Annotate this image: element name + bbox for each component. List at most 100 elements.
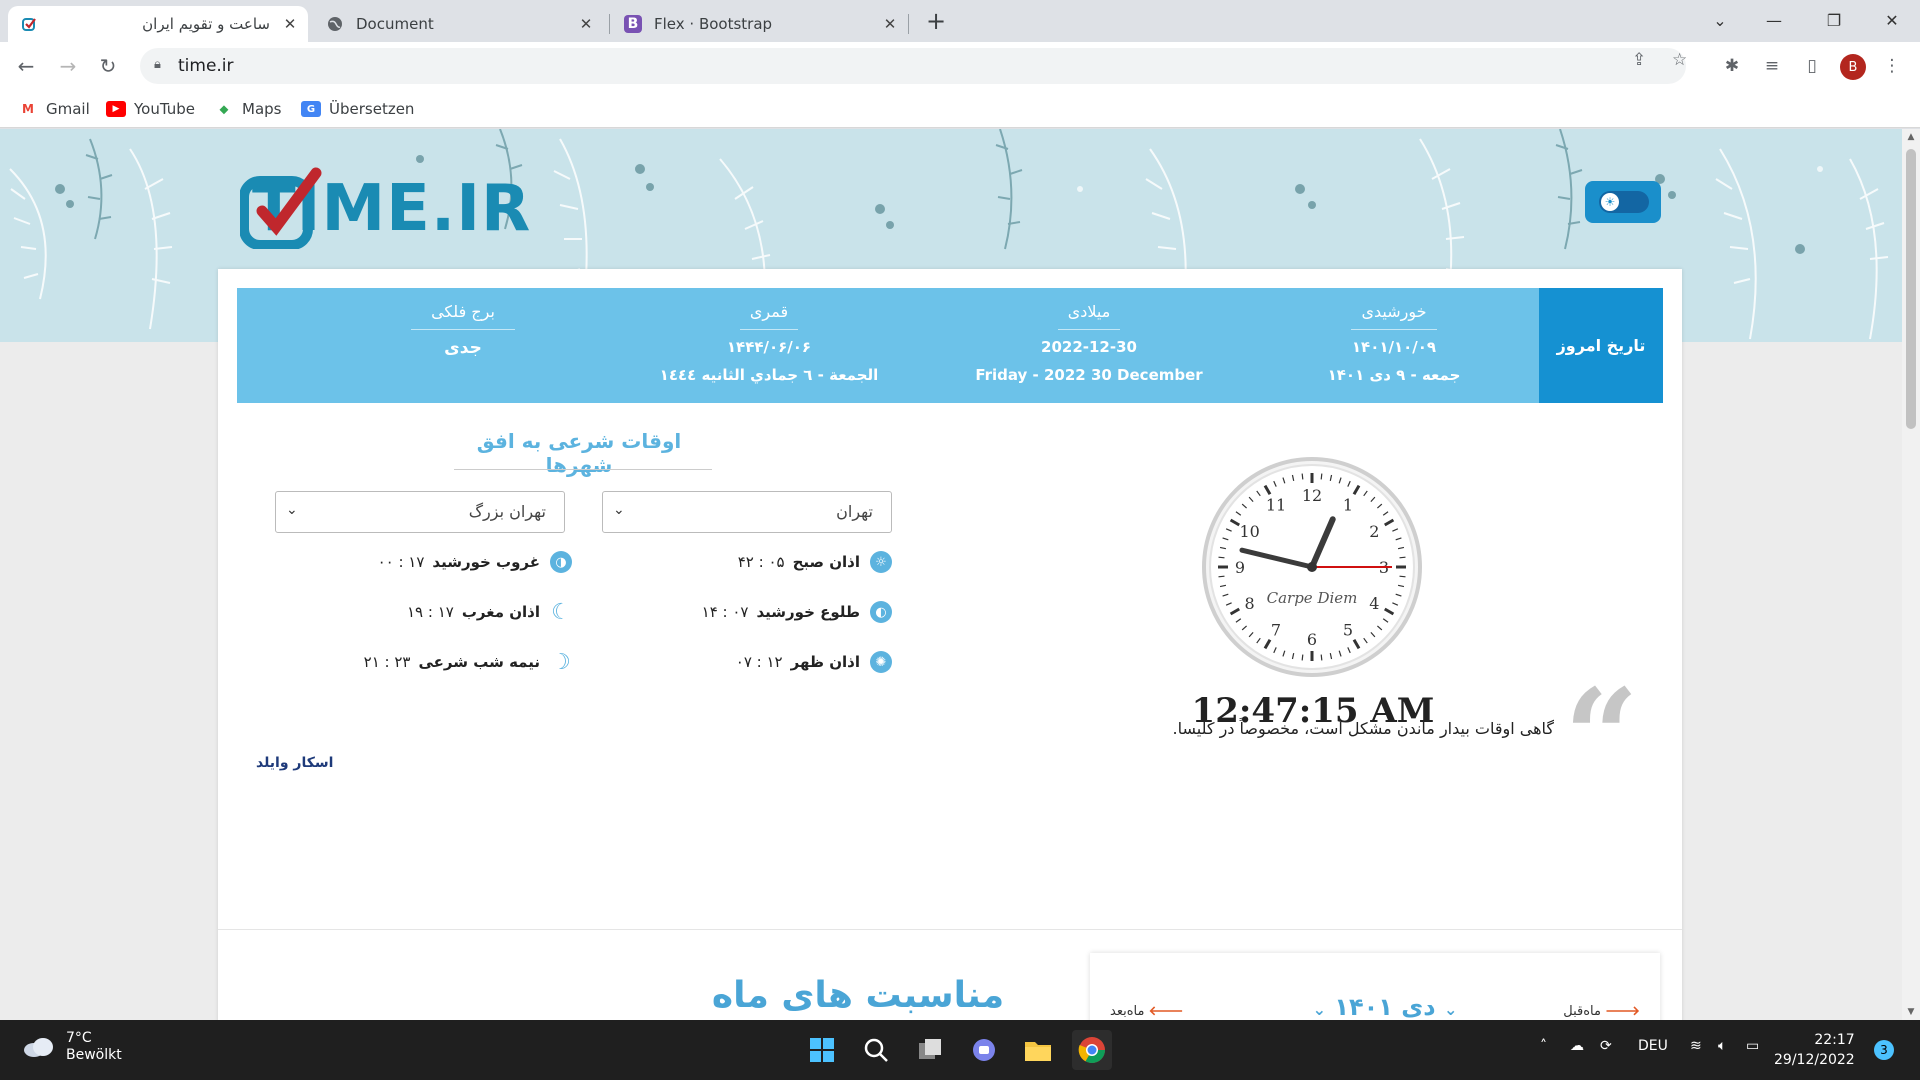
onedrive-cloud-icon[interactable]: ☁ bbox=[1570, 1038, 1584, 1054]
prayer-value: ۱۲ : ۰۷ bbox=[735, 653, 783, 671]
notification-badge[interactable]: 3 bbox=[1874, 1040, 1894, 1060]
bookmark-maps[interactable]: ⬥ Maps bbox=[214, 96, 282, 122]
address-bar[interactable]: 🔒︎ time.ir bbox=[140, 48, 1686, 84]
url-text: time.ir bbox=[178, 56, 234, 76]
tab-search-chevron-icon[interactable]: ⌄ bbox=[1696, 0, 1744, 40]
bookmark-label: Maps bbox=[242, 100, 282, 118]
quote-author-link[interactable]: اسکار وایلد bbox=[256, 755, 333, 771]
close-icon[interactable]: ✕ bbox=[576, 14, 596, 34]
file-explorer-icon[interactable] bbox=[1018, 1030, 1058, 1070]
battery-icon[interactable]: ▭ bbox=[1746, 1038, 1759, 1054]
back-arrow-icon[interactable]: ← bbox=[10, 50, 42, 82]
scroll-down-arrow-icon[interactable]: ▼ bbox=[1902, 1004, 1920, 1020]
teams-chat-icon[interactable] bbox=[964, 1030, 1004, 1070]
close-icon[interactable]: ✕ bbox=[280, 14, 300, 34]
bookmark-gmail[interactable]: M Gmail bbox=[18, 96, 90, 122]
scroll-up-arrow-icon[interactable]: ▲ bbox=[1902, 129, 1920, 145]
weather-condition: Bewölkt bbox=[66, 1047, 122, 1063]
select-value: تهران بزرگ bbox=[468, 502, 546, 521]
quote-mark-icon: “ bbox=[1564, 660, 1639, 813]
maps-pin-icon: ⬥ bbox=[219, 101, 229, 116]
sun-outline-icon: ☼ bbox=[870, 551, 892, 573]
prayer-maghrib: ☾ اذان مغرب ۱۷ : ۱۹ bbox=[407, 599, 572, 625]
bookmark-translate[interactable]: G Übersetzen bbox=[301, 96, 414, 122]
cloud-icon bbox=[24, 1038, 53, 1057]
zodiac-sign: جدی bbox=[444, 338, 482, 358]
tab-time-ir[interactable]: ساعت و تقویم ایران ✕ bbox=[8, 6, 308, 42]
language-indicator[interactable]: DEU bbox=[1638, 1038, 1668, 1054]
bootstrap-icon: B bbox=[624, 15, 642, 33]
clock-numeral: 12 bbox=[1302, 486, 1322, 505]
minimize-icon[interactable]: — bbox=[1750, 0, 1798, 40]
windows-taskbar: 7°C Bewölkt ˄ ☁ ⟳ DEU ≋ 🔈︎ ▭ 22:17 29/12… bbox=[0, 1020, 1920, 1080]
city-select[interactable]: تهران ⌄ bbox=[602, 491, 892, 533]
bookmark-star-icon[interactable]: ☆ bbox=[1672, 50, 1687, 70]
arrow-right-icon: 🡒 bbox=[1605, 1004, 1640, 1019]
clock-tick bbox=[1301, 473, 1304, 480]
clock-numeral: 2 bbox=[1369, 522, 1379, 541]
tab-document[interactable]: Document ✕ bbox=[314, 6, 604, 42]
prayer-label: نیمه شب شرعی bbox=[418, 653, 541, 671]
bookmark-label: Gmail bbox=[46, 100, 90, 118]
date-gregorian: میلادی 2022-12-30 Friday - 2022 30 Decem… bbox=[929, 288, 1249, 403]
reload-icon[interactable]: ↻ bbox=[92, 50, 124, 82]
moon-icon: ☾ bbox=[551, 599, 571, 625]
new-tab-plus-icon[interactable]: + bbox=[922, 8, 950, 36]
site-logo[interactable]: TIME.IR bbox=[240, 167, 531, 251]
restore-icon[interactable]: ❐ bbox=[1810, 0, 1858, 40]
main-card: تاریخ امروز خورشیدی ۱۴۰۱/۱۰/۰۹ جمعه - ۹ … bbox=[218, 269, 1682, 1020]
clock-tick bbox=[1218, 575, 1225, 578]
youtube-icon: ▶ bbox=[106, 101, 126, 117]
tab-separator bbox=[609, 14, 610, 34]
side-panel-icon[interactable]: ▯ bbox=[1796, 50, 1828, 82]
volume-icon[interactable]: 🔈︎ bbox=[1718, 1038, 1726, 1054]
chrome-icon[interactable] bbox=[1072, 1030, 1112, 1070]
chevron-down-icon: ⌄ bbox=[286, 502, 298, 518]
check-favicon-icon bbox=[20, 15, 38, 33]
sync-icon[interactable]: ⟳ bbox=[1600, 1038, 1612, 1054]
date-text: الجمعة - ٦ جمادي الثانيه ١٤٤٤ bbox=[659, 366, 879, 384]
search-icon[interactable] bbox=[856, 1030, 896, 1070]
region-select[interactable]: تهران بزرگ ⌄ bbox=[275, 491, 565, 533]
bookmark-youtube[interactable]: ▶ YouTube bbox=[106, 96, 195, 122]
prev-month-label: ماه‌قبل bbox=[1563, 1004, 1601, 1019]
share-icon[interactable]: ⇪ bbox=[1632, 50, 1646, 70]
media-queue-icon[interactable]: ≡ bbox=[1756, 50, 1788, 82]
chevron-down-icon: ⌄ bbox=[1312, 1000, 1326, 1019]
prev-month-button[interactable]: 🡒 ماه‌قبل bbox=[1563, 1003, 1640, 1019]
clock-numeral: 7 bbox=[1271, 620, 1281, 639]
system-clock[interactable]: 22:17 29/12/2022 bbox=[1774, 1030, 1855, 1070]
chevron-down-icon: ⌄ bbox=[613, 502, 625, 518]
date-heading: قمری bbox=[739, 302, 799, 330]
kebab-menu-icon[interactable]: ⋮ bbox=[1876, 50, 1908, 82]
clock-tick bbox=[1218, 556, 1225, 559]
tab-bootstrap[interactable]: B Flex · Bootstrap ✕ bbox=[612, 6, 908, 42]
quote-text: گاهی اوقات بیدار ماندن مشکل است، مخصوصاً… bbox=[1172, 719, 1554, 738]
clock-numeral: 9 bbox=[1235, 558, 1245, 577]
prayer-value: ۰۵ : ۴۲ bbox=[737, 553, 785, 571]
page-scrollbar[interactable]: ▲ ▼ bbox=[1902, 129, 1920, 1020]
extensions-puzzle-icon[interactable]: ✱ bbox=[1716, 50, 1748, 82]
calendar-widget: 🡐 ماه‌بعد ⌄ دی ۱۴۰۱ ⌄ 🡒 ماه‌قبل bbox=[1090, 953, 1660, 1020]
weather-widget[interactable]: 7°C Bewölkt bbox=[22, 1030, 122, 1064]
logo-check-icon bbox=[240, 167, 322, 249]
task-view-icon[interactable] bbox=[910, 1030, 950, 1070]
tab-bar: ساعت و تقویم ایران ✕ Document ✕ B Flex ·… bbox=[0, 0, 1920, 42]
sunrise-icon: ◐ bbox=[870, 601, 892, 623]
chevron-up-icon[interactable]: ˄ bbox=[1540, 1038, 1547, 1054]
month-selector[interactable]: ⌄ دی ۱۴۰۱ ⌄ bbox=[1270, 993, 1500, 1020]
prayer-label: طلوع خورشید bbox=[756, 603, 860, 621]
translate-icon: G bbox=[301, 101, 321, 117]
select-value: تهران bbox=[836, 502, 873, 521]
scroll-thumb[interactable] bbox=[1906, 149, 1916, 429]
forward-arrow-icon[interactable]: → bbox=[52, 50, 84, 82]
bookmarks-bar: M Gmail ▶ YouTube ⬥ Maps G Übersetzen bbox=[0, 90, 1920, 128]
theme-toggle[interactable]: ☀ bbox=[1585, 181, 1661, 223]
prayer-value: ۲۳ : ۲۱ bbox=[363, 653, 411, 671]
windows-start-icon[interactable] bbox=[802, 1030, 842, 1070]
wifi-icon[interactable]: ≋ bbox=[1690, 1038, 1702, 1054]
profile-avatar[interactable]: B bbox=[1840, 54, 1866, 80]
next-month-button[interactable]: 🡐 ماه‌بعد bbox=[1110, 1003, 1183, 1019]
close-icon[interactable]: ✕ bbox=[880, 14, 900, 34]
close-window-icon[interactable]: ✕ bbox=[1868, 0, 1916, 40]
